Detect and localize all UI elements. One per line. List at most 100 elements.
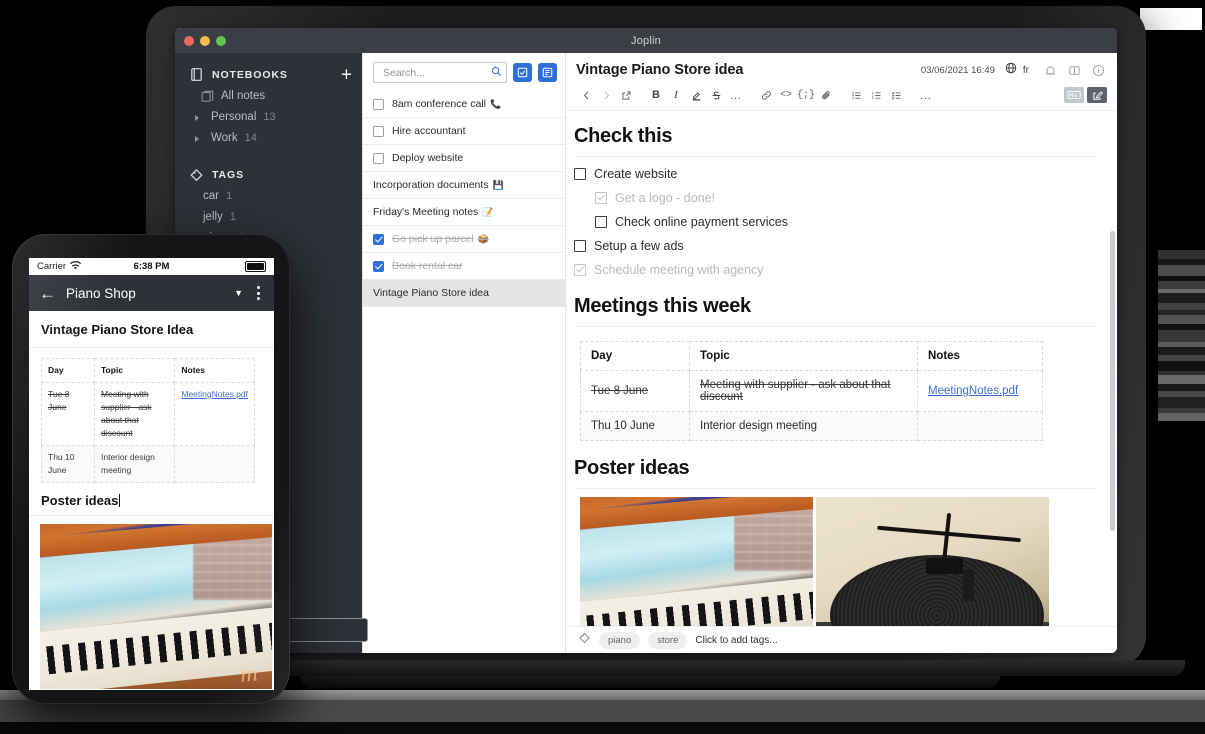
todo-checkbox[interactable] — [373, 233, 384, 245]
todo-checkbox[interactable] — [373, 98, 384, 110]
piano-photo: m — [40, 524, 272, 689]
page-title[interactable]: Vintage Piano Store idea — [576, 62, 915, 78]
note-title: Hire accountant — [392, 125, 466, 137]
new-note-button[interactable] — [538, 63, 557, 82]
phone-screen: Carrier 6:38 PM ← Piano Shop ▼ Vintage P… — [29, 258, 274, 690]
highlight-icon[interactable] — [686, 86, 706, 104]
toggle-markdown-button[interactable] — [1064, 87, 1084, 103]
phone-heading-poster-ideas[interactable]: Poster ideas — [29, 483, 274, 516]
forward-arrow-icon[interactable] — [596, 86, 616, 104]
alarm-icon[interactable] — [1044, 64, 1057, 77]
vertical-scrollbar[interactable] — [1110, 231, 1115, 531]
chevron-right-icon[interactable] — [195, 135, 203, 142]
layout-columns-icon[interactable] — [1068, 64, 1081, 77]
sidebar-item-all-notes[interactable]: All notes — [175, 86, 362, 107]
list-item[interactable]: Hire accountant — [363, 118, 565, 145]
checklist-item[interactable]: Get a logo - done! — [595, 191, 1097, 205]
italic-icon[interactable]: I — [666, 86, 686, 104]
table-cell-notes: MeetingNotes.pdf — [917, 370, 1043, 412]
meeting-notes-link[interactable]: MeetingNotes.pdf — [181, 389, 248, 399]
close-icon[interactable] — [184, 35, 194, 46]
sidebar-item-tag-car[interactable]: car 1 — [175, 186, 362, 207]
todo-checkbox[interactable] — [373, 260, 384, 272]
sidebar-item-work[interactable]: Work 14 — [175, 128, 362, 149]
note-title-text: Hire accountant — [392, 125, 466, 137]
add-tags-button[interactable]: Click to add tags... — [695, 635, 777, 646]
phone-notebook-title: Piano Shop — [66, 285, 136, 301]
reflection-bars — [1158, 250, 1205, 445]
carrier-label: Carrier — [37, 261, 67, 272]
chevron-right-icon[interactable] — [195, 114, 203, 121]
info-icon[interactable] — [1092, 64, 1105, 77]
todo-checkbox[interactable] — [373, 152, 384, 164]
todo-checkbox[interactable] — [373, 125, 384, 137]
checkbox-icon[interactable] — [574, 168, 586, 180]
code-icon[interactable]: <> — [776, 86, 796, 104]
note-editor: Vintage Piano Store idea 03/06/2021 16:4… — [566, 53, 1117, 653]
list-item[interactable]: Book rental car — [363, 253, 565, 280]
add-notebook-button[interactable]: + — [341, 65, 352, 84]
bold-icon[interactable]: B — [646, 86, 666, 104]
image-piano[interactable]: m — [580, 497, 813, 626]
note-title-text: Friday's Meeting notes — [373, 206, 479, 218]
checklist-item[interactable]: Create website — [574, 167, 1097, 181]
external-link-icon[interactable] — [616, 86, 636, 104]
chevron-down-icon[interactable]: ▼ — [234, 288, 243, 298]
phone-image-piano[interactable]: m — [40, 524, 272, 689]
globe-icon[interactable] — [1005, 61, 1017, 79]
more-format-icon[interactable]: … — [726, 86, 746, 104]
checkbox-icon[interactable] — [574, 240, 586, 252]
attach-icon[interactable] — [816, 86, 836, 104]
search-icon[interactable] — [491, 64, 502, 82]
more-actions-icon[interactable]: … — [916, 86, 936, 104]
tag-chip-piano[interactable]: piano — [599, 631, 641, 649]
tag-chip-store[interactable]: store — [648, 631, 688, 649]
list-item[interactable]: Incorporation documents 💾 — [363, 172, 565, 199]
code-block-icon[interactable]: {;} — [796, 86, 816, 104]
kebab-menu-icon[interactable] — [253, 286, 264, 300]
checklist-label: Schedule meeting with agency — [594, 263, 764, 277]
notebook-count: 14 — [244, 132, 257, 144]
list-item[interactable]: Go pick up parcel 📦 — [363, 226, 565, 253]
checkbox-checked-icon[interactable] — [574, 264, 586, 276]
sidebar-item-personal[interactable]: Personal 13 — [175, 107, 362, 128]
back-arrow-icon[interactable] — [576, 86, 596, 104]
list-item-selected[interactable]: Vintage Piano Store idea — [363, 280, 565, 307]
maximize-icon[interactable] — [216, 35, 226, 46]
sidebar-item-tag-jelly[interactable]: jelly 1 — [175, 207, 362, 228]
note-title: Incorporation documents 💾 — [373, 179, 504, 191]
back-arrow-icon[interactable]: ← — [39, 285, 56, 302]
turntable-photo — [816, 497, 1049, 626]
checkbox-list-icon[interactable] — [886, 86, 906, 104]
list-item[interactable]: 8am conference call 📞 — [363, 91, 565, 118]
cartridge-head — [925, 557, 963, 574]
heading-meetings-this-week: Meetings this week — [574, 295, 1097, 327]
image-turntable[interactable] — [816, 497, 1049, 626]
checklist-item[interactable]: Schedule meeting with agency — [574, 263, 1097, 277]
table-cell-topic: Interior design meeting — [689, 411, 918, 441]
checklist-item[interactable]: Check online payment services — [595, 215, 1097, 229]
checkbox-icon[interactable] — [595, 216, 607, 228]
note-title-text: Book rental car — [392, 260, 463, 272]
bulleted-list-icon[interactable] — [846, 86, 866, 104]
laptop-foot — [300, 676, 1000, 688]
phone-note-title[interactable]: Vintage Piano Store Idea — [29, 311, 274, 348]
new-todo-button[interactable] — [513, 63, 532, 82]
search-input[interactable] — [381, 65, 491, 80]
minimize-icon[interactable] — [200, 35, 210, 46]
list-item[interactable]: Friday's Meeting notes 📝 — [363, 199, 565, 226]
strikethrough-icon[interactable] — [706, 86, 726, 104]
checkbox-checked-icon[interactable] — [595, 192, 607, 204]
checklist-item[interactable]: Setup a few ads — [574, 239, 1097, 253]
meeting-notes-link[interactable]: MeetingNotes.pdf — [928, 385, 1018, 397]
numbered-list-icon[interactable]: 1 2 3 — [866, 86, 886, 104]
list-item[interactable]: Deploy website — [363, 145, 565, 172]
toggle-editor-button[interactable] — [1087, 87, 1107, 103]
note-content-scroll[interactable]: Check this Create website Get a logo - d… — [566, 111, 1117, 626]
background-white-strip — [1140, 8, 1202, 30]
link-icon[interactable] — [756, 86, 776, 104]
table-header-row: Day Topic Notes — [41, 358, 255, 383]
search-field-wrapper[interactable] — [373, 62, 507, 83]
window-controls[interactable] — [184, 28, 226, 53]
tags-section-header: TAGS — [175, 163, 362, 186]
